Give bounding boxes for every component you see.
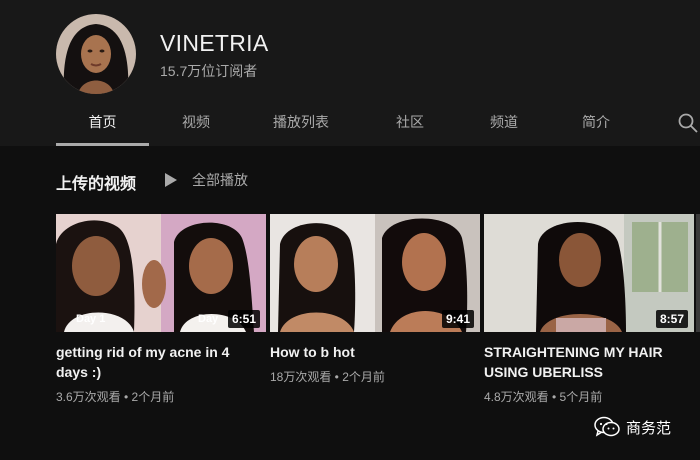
video-card[interactable]: Day 1 Day 6:51 getting rid of my acne in… xyxy=(56,214,266,405)
search-icon[interactable] xyxy=(676,111,700,135)
video-title[interactable]: getting rid of my acne in 4 days :) xyxy=(56,342,256,382)
subscriber-count: 15.7万位订阅者 xyxy=(160,63,258,79)
tab-channels[interactable]: 频道 xyxy=(474,100,534,146)
tab-playlists[interactable]: 播放列表 xyxy=(256,100,346,146)
tab-home[interactable]: 首页 xyxy=(56,100,149,146)
video-duration: 8:57 xyxy=(655,310,688,328)
video-duration: 6:51 xyxy=(227,310,260,328)
tab-videos[interactable]: 视频 xyxy=(166,100,226,146)
play-all-label: 全部播放 xyxy=(192,172,248,188)
watermark: 商务范 xyxy=(594,416,671,438)
channel-tabs: 首页 视频 播放列表 社区 频道 简介 xyxy=(56,100,700,146)
play-all-button[interactable]: 全部播放 xyxy=(164,170,248,190)
wechat-icon xyxy=(594,416,620,437)
play-icon xyxy=(165,173,177,187)
section-title: 上传的视频 xyxy=(56,176,137,193)
video-meta: 3.6万次观看 • 2个月前 xyxy=(56,390,175,404)
video-card[interactable]: 8:57 STRAIGHTENING MY HAIR USING UBERLIS… xyxy=(484,214,694,405)
next-video-peek xyxy=(696,214,700,332)
video-meta: 4.8万次观看 • 5个月前 xyxy=(484,390,603,404)
thumb-label-right: Day xyxy=(198,313,219,325)
video-duration: 9:41 xyxy=(441,310,474,328)
video-thumbnail[interactable]: Day 1 Day 6:51 xyxy=(56,214,266,332)
channel-header: VINETRIA 15.7万位订阅者 首页 视频 播放列表 社区 频道 简介 xyxy=(0,0,700,146)
video-thumbnail[interactable]: 8:57 xyxy=(484,214,694,332)
video-title[interactable]: STRAIGHTENING MY HAIR USING UBERLISS xyxy=(484,342,684,382)
video-meta: 18万次观看 • 2个月前 xyxy=(270,370,385,384)
watermark-text: 商务范 xyxy=(626,419,672,437)
video-thumbnail[interactable]: 9:41 xyxy=(270,214,480,332)
tab-community[interactable]: 社区 xyxy=(380,100,440,146)
tab-about[interactable]: 简介 xyxy=(566,100,626,146)
video-title[interactable]: How to b hot xyxy=(270,342,470,362)
thumb-label-left: Day 1 xyxy=(76,313,105,325)
video-card[interactable]: 9:41 How to b hot 18万次观看 • 2个月前 xyxy=(270,214,480,385)
channel-avatar[interactable] xyxy=(56,14,136,94)
channel-name: VINETRIA xyxy=(160,30,269,56)
